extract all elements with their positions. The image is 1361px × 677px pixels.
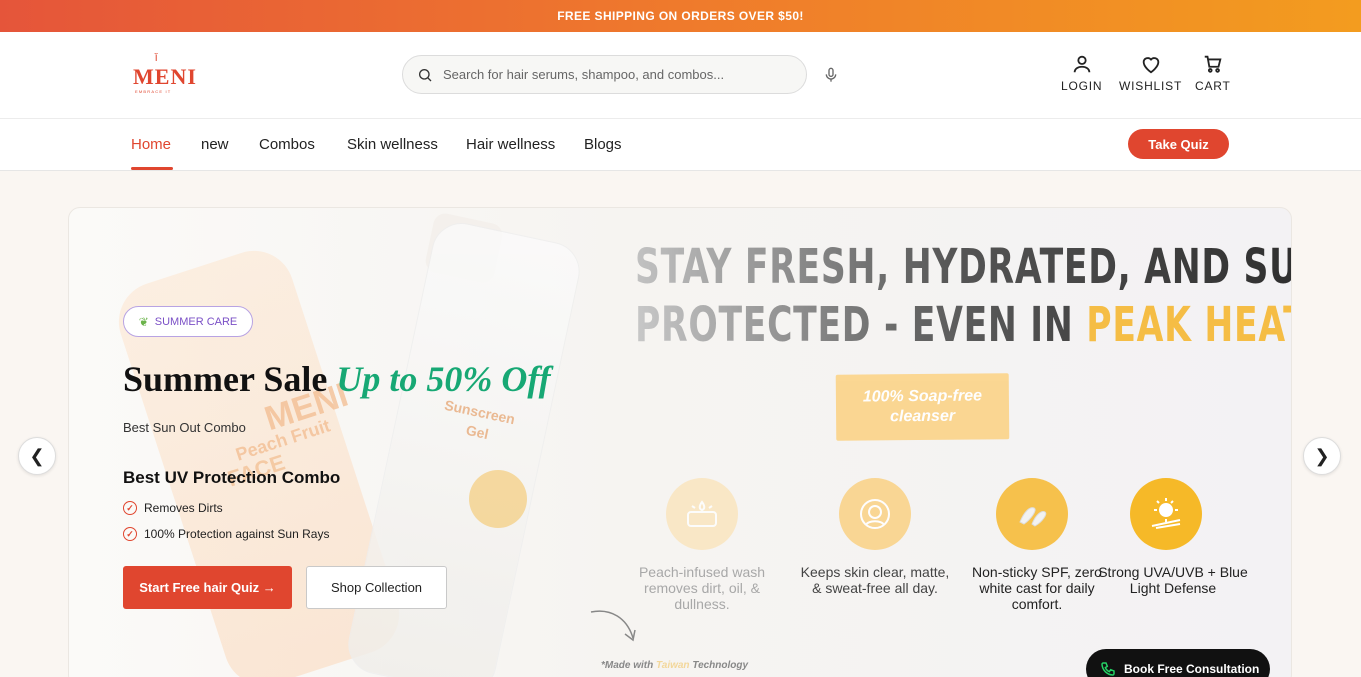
start-quiz-button[interactable]: Start Free hair Quiz → — [123, 566, 292, 609]
face-glow-icon — [839, 478, 911, 550]
phone-icon — [1101, 662, 1115, 676]
cream-swatch-icon — [996, 478, 1068, 550]
feature-item: ✓ 100% Protection against Sun Rays — [123, 527, 329, 541]
sun-shield-icon — [1130, 478, 1202, 550]
logo-tagline: EMBRACE IT — [135, 89, 172, 94]
site-header: ǐ MENI EMBRACE IT LOGIN WISHLIST CART — [0, 32, 1361, 119]
nav-item-combos[interactable]: Combos — [259, 136, 315, 153]
hero-banner[interactable]: MENI Peach Fruit FACE Sunscreen Gel ❦ SU… — [68, 207, 1292, 677]
search-icon — [419, 68, 432, 81]
promo-text: FREE SHIPPING ON ORDERS OVER $50! — [557, 9, 804, 23]
summer-care-badge: ❦ SUMMER CARE — [123, 306, 253, 337]
take-quiz-button[interactable]: Take Quiz — [1128, 129, 1229, 159]
soap-free-line-1: 100% Soap-free — [862, 387, 983, 406]
hero-subtitle: Best Sun Out Combo — [123, 420, 246, 435]
benefit-text: Non-sticky SPF, zero white cast for dail… — [972, 564, 1102, 612]
spf-seal-icon — [469, 470, 527, 528]
made-with-country: Taiwan — [656, 660, 690, 671]
check-circle-icon: ✓ — [123, 501, 137, 515]
consult-label: Book Free Consultation — [1124, 662, 1260, 676]
combo-title: Best UV Protection Combo — [123, 468, 341, 487]
feature-item: ✓ Removes Dirts — [123, 501, 223, 515]
banner-headline: STAY FRESH, HYDRATED, AND SUN- PROTECTED… — [635, 238, 1291, 354]
user-icon — [1073, 55, 1090, 73]
logo-mark-icon: ǐ — [155, 52, 158, 64]
shop-collection-button[interactable]: Shop Collection — [306, 566, 447, 609]
wishlist-label: WISHLIST — [1119, 79, 1183, 93]
benefit-text: Peach-infused wash removes dirt, oil, & … — [638, 564, 766, 612]
headline-line-1: STAY FRESH, HYDRATED, AND SUN- — [635, 238, 1291, 296]
cart-button[interactable]: CART — [1195, 53, 1231, 93]
book-consultation-button[interactable]: Book Free Consultation — [1086, 649, 1270, 677]
leaf-icon: ❦ — [138, 314, 149, 329]
microphone-icon[interactable] — [823, 66, 839, 84]
soap-bar-icon — [666, 478, 738, 550]
headline-accent: PEAK HEAT. — [1086, 297, 1291, 353]
sale-title-main: Summer Sale — [123, 359, 337, 399]
heart-icon — [1142, 57, 1159, 74]
curved-arrow-icon — [590, 610, 636, 642]
carousel-next-button[interactable]: ❯ — [1303, 437, 1341, 475]
nav-item-home[interactable]: Home — [131, 136, 171, 153]
soap-free-label: 100% Soap-free cleanser — [835, 373, 1010, 441]
feature-label: 100% Protection against Sun Rays — [144, 527, 330, 541]
chevron-right-icon: ❯ — [1314, 445, 1330, 466]
feature-label: Removes Dirts — [144, 501, 223, 515]
login-button[interactable]: LOGIN — [1061, 53, 1102, 93]
nav-item-blogs[interactable]: Blogs — [584, 136, 622, 153]
nav-item-hair-wellness[interactable]: Hair wellness — [466, 136, 555, 153]
headline-line-2: PROTECTED - EVEN IN — [635, 297, 1087, 353]
sale-title-accent: Up to 50% Off — [336, 359, 551, 399]
wishlist-button[interactable]: WISHLIST — [1119, 53, 1182, 93]
promo-bar: FREE SHIPPING ON ORDERS OVER $50! — [0, 0, 1361, 32]
soap-free-line-2: cleanser — [890, 407, 956, 426]
login-label: LOGIN — [1061, 79, 1103, 93]
cart-icon — [1204, 55, 1222, 73]
nav-item-skin-wellness[interactable]: Skin wellness — [347, 136, 438, 153]
made-with-suffix: Technology — [689, 660, 749, 671]
brand-logo[interactable]: ǐ MENI EMBRACE IT — [133, 52, 196, 98]
benefit-text: Strong UVA/UVB + Blue Light Defense — [1098, 564, 1248, 596]
search-input[interactable] — [443, 67, 793, 82]
cart-label: CART — [1195, 79, 1231, 93]
search-bar[interactable] — [402, 55, 807, 94]
carousel-prev-button[interactable]: ❮ — [18, 437, 56, 475]
badge-label: SUMMER CARE — [154, 315, 238, 328]
check-circle-icon: ✓ — [123, 527, 137, 541]
logo-text: MENI — [133, 64, 197, 89]
nav-item-new[interactable]: new — [201, 136, 229, 153]
benefit-text: Keeps skin clear, matte, & sweat-free al… — [800, 564, 950, 596]
sale-title: Summer Sale Up to 50% Off — [123, 358, 551, 400]
main-nav: Home new Combos Skin wellness Hair welln… — [0, 119, 1361, 171]
made-with-prefix: *Made with — [601, 660, 657, 671]
active-nav-indicator — [131, 167, 173, 170]
made-with-caption: *Made with Taiwan Technology — [601, 660, 748, 671]
chevron-left-icon: ❮ — [29, 445, 45, 466]
